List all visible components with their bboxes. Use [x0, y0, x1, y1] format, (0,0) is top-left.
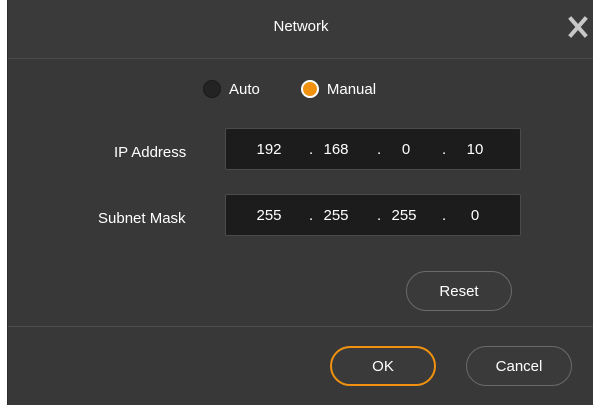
mask-separator: . [309, 207, 314, 224]
radio-manual[interactable]: Manual [300, 80, 377, 98]
ip-separator: . [377, 141, 382, 158]
ip-octet-2[interactable]: 168 [316, 141, 356, 158]
mask-octet-4[interactable]: 0 [455, 207, 495, 224]
reset-button[interactable]: Reset [406, 271, 512, 311]
mask-separator: . [377, 207, 382, 224]
network-dialog: Network Auto Manual IP Address 192 . 168… [7, 0, 593, 405]
dialog-title: Network [273, 18, 329, 35]
ip-address-field[interactable]: 192 . 168 . 0 . 10 [225, 128, 521, 170]
radio-auto-label: Auto [229, 80, 260, 98]
ip-separator: . [309, 141, 314, 158]
radio-manual-label: Manual [326, 80, 377, 98]
radio-auto[interactable]: Auto [203, 80, 260, 98]
mask-octet-3[interactable]: 255 [384, 207, 424, 224]
radio-checked-icon [300, 80, 319, 98]
title-bar: Network [8, 0, 593, 59]
radio-unchecked-icon [203, 80, 221, 98]
ip-octet-4[interactable]: 10 [455, 141, 495, 158]
cancel-button[interactable]: Cancel [466, 346, 572, 386]
mask-octet-1[interactable]: 255 [249, 207, 289, 224]
ip-address-label: IP Address [114, 144, 187, 161]
ip-separator: . [442, 141, 447, 158]
mask-octet-2[interactable]: 255 [316, 207, 356, 224]
mode-radio-group: Auto Manual [203, 78, 376, 100]
subnet-mask-field[interactable]: 255 . 255 . 255 . 0 [225, 194, 521, 236]
ok-button[interactable]: OK [330, 346, 436, 386]
ip-octet-3[interactable]: 0 [386, 141, 426, 158]
close-icon[interactable] [568, 16, 588, 38]
subnet-mask-label: Subnet Mask [98, 210, 186, 227]
mask-separator: . [442, 207, 447, 224]
footer-divider [8, 326, 593, 327]
ip-octet-1[interactable]: 192 [249, 141, 289, 158]
